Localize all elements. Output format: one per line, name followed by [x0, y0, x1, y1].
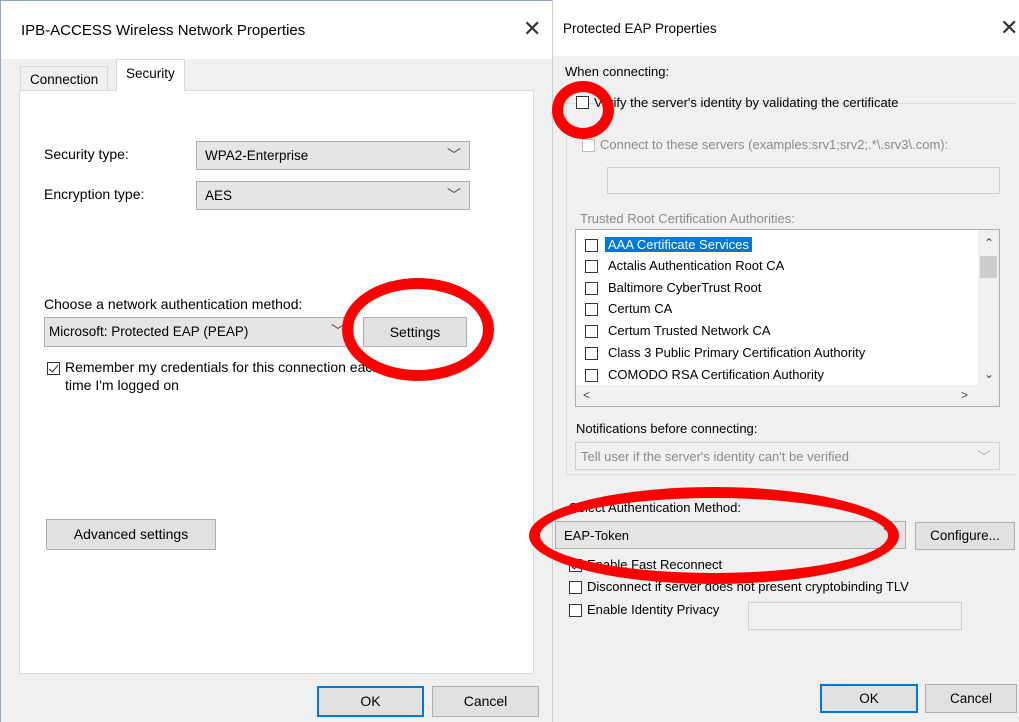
when-connecting-label: When connecting:: [565, 64, 670, 79]
ok-button-label: OK: [859, 691, 879, 706]
notifications-value: Tell user if the server's identity can't…: [581, 449, 849, 464]
remember-credentials-label-line2: time I'm logged on: [65, 377, 179, 393]
chevron-down-icon: ﹀: [447, 147, 461, 163]
scroll-thumb[interactable]: [980, 256, 997, 278]
close-icon[interactable]: ✕: [523, 18, 541, 40]
list-item[interactable]: AAA Certificate Services: [576, 235, 976, 256]
cert-name: Class 3 Public Primary Certification Aut…: [608, 345, 866, 360]
security-type-select[interactable]: WPA2-Enterprise ﹀: [196, 141, 470, 170]
auth-method-select[interactable]: Microsoft: Protected EAP (PEAP) ﹀: [44, 317, 354, 347]
connect-servers-checkbox[interactable]: [582, 139, 595, 152]
identity-privacy-label: Enable Identity Privacy: [587, 602, 720, 617]
remember-credentials-checkbox[interactable]: [47, 362, 60, 375]
security-type-label: Security type:: [44, 146, 129, 162]
dialog-title: IPB-ACCESS Wireless Network Properties: [21, 22, 306, 39]
cert-checkbox[interactable]: [585, 347, 598, 360]
configure-button-label: Configure...: [930, 528, 1000, 543]
verify-identity-checkbox[interactable]: [576, 96, 589, 109]
auth-method-value: Microsoft: Protected EAP (PEAP): [49, 324, 249, 339]
advanced-settings-button[interactable]: Advanced settings: [46, 519, 216, 550]
title-bar: IPB-ACCESS Wireless Network Properties ✕: [1, 1, 552, 59]
chevron-up-icon[interactable]: ⌃: [984, 236, 994, 250]
cert-checkbox[interactable]: [585, 282, 598, 295]
cert-name: Certum Trusted Network CA: [608, 323, 771, 338]
encryption-type-value: AES: [205, 188, 233, 203]
cert-checkbox[interactable]: [585, 369, 598, 382]
configure-button[interactable]: Configure...: [915, 522, 1015, 550]
identity-privacy-checkbox[interactable]: [569, 604, 582, 617]
tab-label: Connection: [30, 72, 99, 87]
auth-method-label: Select Authentication Method:: [569, 500, 742, 515]
connect-servers-label: Connect to these servers (examples:srv1;…: [600, 137, 949, 152]
cancel-button-label: Cancel: [463, 693, 508, 709]
cert-checkbox[interactable]: [585, 303, 598, 316]
list-item[interactable]: Certum Trusted Network CA: [576, 321, 976, 342]
ok-button-label: OK: [360, 693, 381, 709]
tab-connection[interactable]: Connection: [20, 66, 109, 92]
cert-name: Baltimore CyberTrust Root: [608, 280, 762, 295]
cert-name: Actalis Authentication Root CA: [608, 258, 785, 273]
ok-button[interactable]: OK: [317, 686, 424, 717]
eap-method-select[interactable]: EAP-Token ﹀: [555, 521, 906, 549]
identity-privacy-input[interactable]: [748, 602, 962, 630]
vertical-scrollbar[interactable]: ⌃ ⌄: [978, 230, 999, 387]
cert-checkbox[interactable]: [585, 325, 598, 338]
eap-method-value: EAP-Token: [564, 528, 630, 543]
horizontal-scrollbar[interactable]: < >: [576, 385, 979, 406]
cancel-button[interactable]: Cancel: [432, 686, 539, 717]
close-icon[interactable]: ✕: [1000, 17, 1018, 39]
list-item[interactable]: Baltimore CyberTrust Root: [576, 278, 976, 299]
list-item[interactable]: Actalis Authentication Root CA: [576, 256, 976, 277]
disconnect-cryptobinding-checkbox[interactable]: [569, 581, 582, 594]
chevron-right-icon[interactable]: >: [961, 388, 968, 402]
wireless-properties-dialog: IPB-ACCESS Wireless Network Properties ✕…: [0, 0, 552, 722]
cancel-button-label: Cancel: [949, 691, 993, 706]
ok-button[interactable]: OK: [820, 684, 918, 713]
remember-credentials-label-line1: Remember my credentials for this connect…: [65, 359, 381, 375]
notifications-label: Notifications before connecting:: [576, 421, 758, 436]
advanced-settings-label: Advanced settings: [73, 526, 189, 542]
cert-name: AAA Certificate Services: [605, 237, 752, 252]
chevron-left-icon[interactable]: <: [583, 388, 590, 402]
fast-reconnect-checkbox[interactable]: [569, 559, 582, 572]
servers-input[interactable]: [607, 167, 1000, 194]
disconnect-cryptobinding-label: Disconnect if server does not present cr…: [587, 579, 909, 594]
chevron-down-icon: ﹀: [977, 449, 991, 465]
list-item[interactable]: COMODO RSA Certification Authority: [576, 365, 976, 386]
tab-label: Security: [126, 66, 175, 81]
encryption-type-select[interactable]: AES ﹀: [196, 181, 470, 210]
settings-button[interactable]: Settings: [363, 317, 467, 347]
trusted-root-label: Trusted Root Certification Authorities:: [580, 211, 795, 226]
cert-name: COMODO RSA Certification Authority: [608, 367, 825, 382]
cert-checkbox[interactable]: [585, 260, 598, 273]
encryption-type-label: Encryption type:: [44, 186, 145, 202]
trusted-root-list[interactable]: AAA Certificate Services Actalis Authent…: [575, 229, 1000, 407]
settings-button-label: Settings: [389, 324, 441, 340]
cancel-button[interactable]: Cancel: [925, 684, 1017, 713]
cert-checkbox[interactable]: [585, 239, 598, 252]
chevron-down-icon: ﹀: [331, 323, 345, 339]
list-item[interactable]: Certum CA: [576, 299, 976, 320]
fast-reconnect-label: Enable Fast Reconnect: [587, 557, 723, 572]
tab-security[interactable]: Security: [116, 59, 185, 91]
title-bar: Protected EAP Properties ✕: [553, 0, 1019, 56]
dialog-title: Protected EAP Properties: [563, 21, 717, 36]
verify-identity-label: Verify the server's identity by validati…: [594, 95, 899, 110]
notifications-select[interactable]: Tell user if the server's identity can't…: [575, 442, 1000, 470]
list-item[interactable]: Class 3 Public Primary Certification Aut…: [576, 343, 976, 364]
scroll-corner: [977, 385, 999, 406]
security-type-value: WPA2-Enterprise: [205, 148, 309, 163]
chevron-down-icon: ﹀: [447, 187, 461, 203]
chevron-down-icon: ﹀: [883, 527, 897, 543]
cert-name: Certum CA: [608, 301, 673, 316]
chevron-down-icon[interactable]: ⌄: [984, 367, 994, 381]
auth-method-label: Choose a network authentication method:: [44, 296, 303, 312]
